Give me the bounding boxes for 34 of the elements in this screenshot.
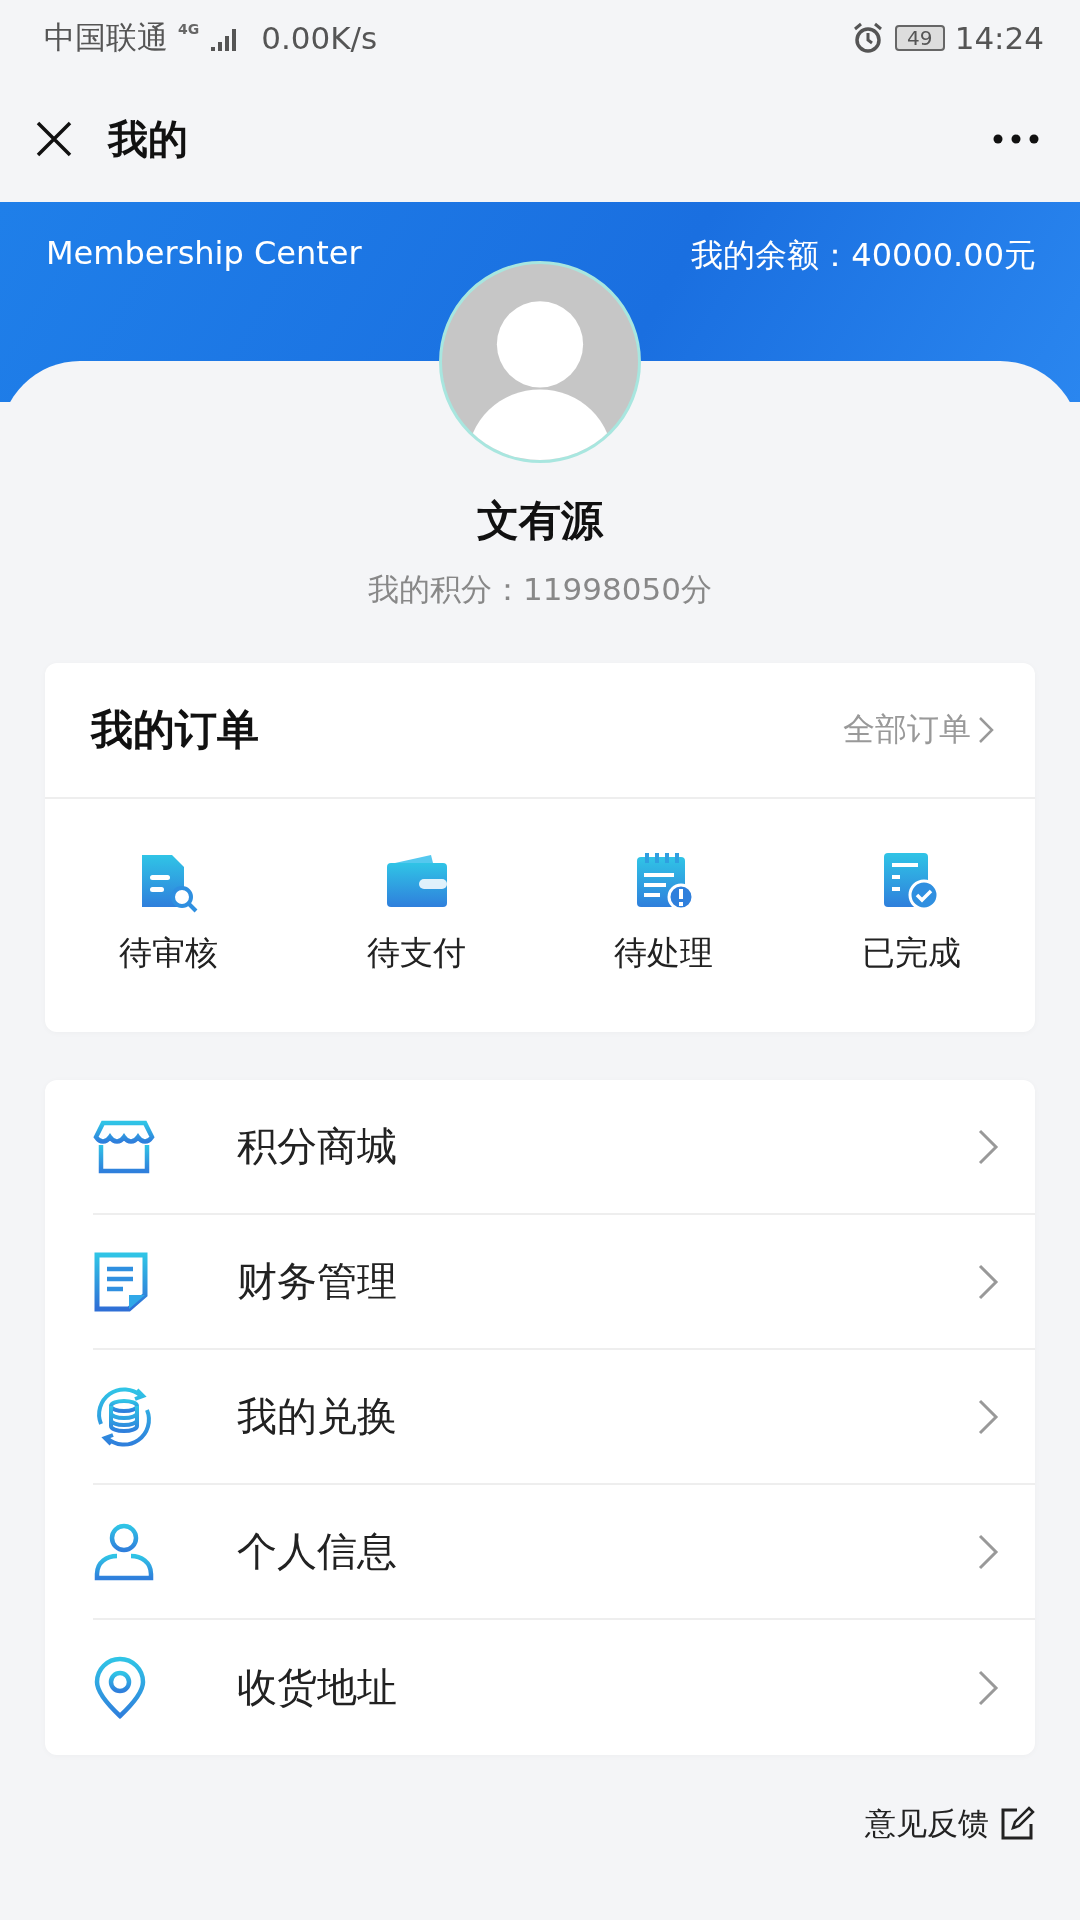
carrier-name: 中国联通 <box>44 18 168 57</box>
feedback-link[interactable]: 意见反馈 <box>865 1803 1035 1845</box>
location-pin-icon <box>93 1655 147 1720</box>
points-text: 我的积分：11998050分 <box>368 570 712 609</box>
order-status-button[interactable]: 已完成 <box>787 849 1035 976</box>
battery-indicator: 49 <box>894 25 945 51</box>
menu-item[interactable]: 财务管理 <box>93 1215 1035 1350</box>
order-status-button[interactable]: 待处理 <box>540 849 788 976</box>
chevron-right-icon <box>977 715 995 745</box>
close-icon[interactable] <box>34 119 74 159</box>
menu-item[interactable]: 收货地址 <box>93 1620 1035 1755</box>
chevron-right-icon <box>977 1127 999 1166</box>
document-icon <box>93 1250 149 1313</box>
more-icon[interactable] <box>992 133 1040 145</box>
menu-item[interactable]: 积分商城 <box>93 1080 1035 1215</box>
chevron-right-icon <box>977 1262 999 1301</box>
user-name: 文有源 <box>477 495 603 547</box>
chevron-right-icon <box>977 1668 999 1707</box>
card-title: 我的订单 <box>91 704 259 756</box>
order-status-button[interactable]: 待支付 <box>292 849 540 976</box>
menu-item[interactable]: 个人信息 <box>93 1485 1035 1620</box>
clock-time: 14:24 <box>954 20 1044 56</box>
menu-item[interactable]: 我的兑换 <box>93 1350 1035 1485</box>
storefront-icon <box>93 1118 155 1175</box>
network-type: 4G <box>178 22 200 36</box>
chevron-right-icon <box>977 1397 999 1436</box>
order-status-button[interactable]: 待审核 <box>45 849 293 976</box>
chevron-right-icon <box>977 1532 999 1571</box>
user-icon <box>93 1521 155 1582</box>
balance-text: 我的余额：40000.00元 <box>691 235 1036 276</box>
page-title: 我的 <box>108 114 188 164</box>
banner-title: Membership Center <box>46 234 362 274</box>
edit-icon <box>999 1806 1035 1842</box>
network-speed: 0.00K/s <box>261 20 378 56</box>
